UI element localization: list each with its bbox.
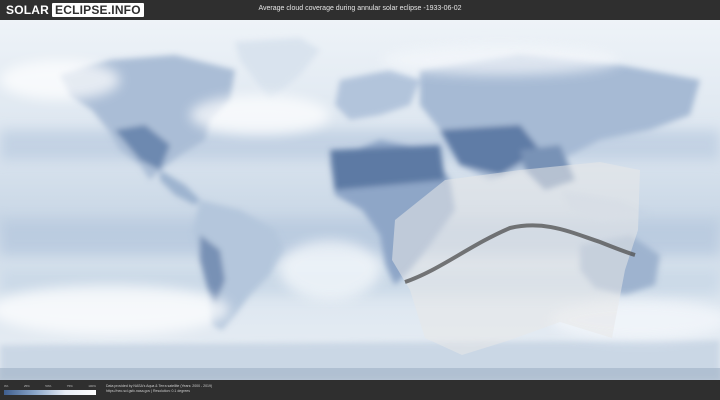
cloud-scale-legend: 0% 25% 50% 75% 100% [4, 384, 96, 396]
scale-ticks: 0% 25% 50% 75% 100% [4, 384, 96, 389]
scale-tick: 75% [66, 384, 73, 388]
scale-tick: 25% [23, 384, 30, 388]
antarctic-edge [0, 368, 720, 380]
cloud-coverage-map [0, 20, 720, 380]
world-map-svg [0, 20, 720, 380]
scale-tick: 50% [45, 384, 52, 388]
page-title: Average cloud coverage during annular so… [258, 5, 462, 12]
data-credits: Data provided by NASA's Aqua & Terra sat… [106, 384, 212, 394]
footer-bar: 0% 25% 50% 75% 100% Data provided by NAS… [0, 380, 720, 400]
scale-tick: 0% [4, 384, 9, 388]
top-bar: SOLAR ECLIPSE.INFO Average cloud coverag… [0, 0, 720, 20]
credit-line-2[interactable]: https://neo.sci.gsfc.nasa.gov | Resoluti… [106, 389, 212, 394]
scale-tick: 100% [88, 384, 96, 388]
scale-gradient-bar [4, 390, 96, 395]
